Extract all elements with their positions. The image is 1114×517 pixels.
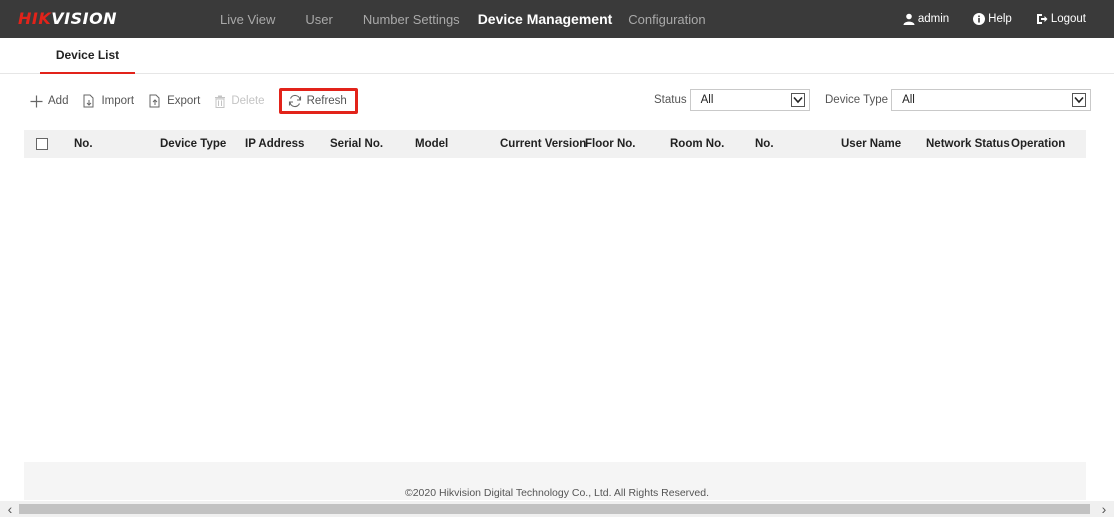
add-button[interactable]: Add <box>30 95 68 108</box>
chevron-down-icon <box>790 93 805 107</box>
scroll-right-icon[interactable]: › <box>1096 501 1112 517</box>
chevron-down-icon <box>1072 93 1087 107</box>
trash-icon <box>215 95 226 108</box>
export-label: Export <box>167 95 201 107</box>
nav-configuration[interactable]: Configuration <box>628 12 705 27</box>
device-type-filter: Device Type All <box>825 89 1092 111</box>
column-header-no-2[interactable]: No. <box>755 130 774 158</box>
nav-user[interactable]: User <box>305 12 332 27</box>
main-nav: Live View User Number Settings Device Ma… <box>220 0 724 38</box>
import-icon <box>83 94 94 108</box>
column-header-room-no[interactable]: Room No. <box>670 130 724 158</box>
refresh-label: Refresh <box>306 95 347 107</box>
help-link[interactable]: Help <box>973 13 1012 25</box>
logout-link[interactable]: Logout <box>1036 13 1086 25</box>
hikvision-logo: HIKVISION <box>18 9 118 28</box>
scrollbar-thumb[interactable] <box>19 504 1090 514</box>
device-type-label: Device Type <box>825 94 889 106</box>
column-header-serial-no[interactable]: Serial No. <box>330 130 383 158</box>
plus-icon <box>30 95 43 107</box>
export-icon <box>149 94 160 108</box>
horizontal-scrollbar[interactable]: ‹ › <box>0 501 1114 517</box>
help-label: Help <box>988 13 1012 25</box>
logout-label: Logout <box>1050 13 1086 25</box>
device-table-header: No. Device Type IP Address Serial No. Mo… <box>24 130 1086 158</box>
column-header-current-version[interactable]: Current Version <box>500 130 586 158</box>
column-header-floor-no[interactable]: Floor No. <box>585 130 635 158</box>
nav-number-settings[interactable]: Number Settings <box>363 12 460 27</box>
user-menu: admin Help Logout <box>879 0 1086 38</box>
copyright-text: ©2020 Hikvision Digital Technology Co., … <box>404 487 710 499</box>
column-header-device-type[interactable]: Device Type <box>160 130 226 158</box>
column-header-ip-address[interactable]: IP Address <box>245 130 304 158</box>
nav-live-view[interactable]: Live View <box>220 12 275 27</box>
info-icon <box>973 13 986 25</box>
tab-bar: Device List <box>0 38 1114 74</box>
scroll-left-icon[interactable]: ‹ <box>2 501 18 517</box>
user-icon <box>903 13 915 25</box>
status-value: All <box>700 94 714 106</box>
export-button[interactable]: Export <box>148 94 200 108</box>
device-type-select[interactable]: All <box>891 89 1092 111</box>
top-navigation-bar: HIKVISION Live View User Number Settings… <box>0 0 1114 38</box>
add-label: Add <box>48 95 69 107</box>
toolbar: Add Import Export Delete Refresh <box>30 86 372 116</box>
import-button[interactable]: Import <box>82 94 134 108</box>
status-select[interactable]: All <box>689 89 810 111</box>
column-header-user-name[interactable]: User Name <box>841 130 901 158</box>
refresh-icon <box>288 94 301 108</box>
logout-icon <box>1036 14 1048 24</box>
column-header-network-status[interactable]: Network Status <box>926 130 1010 158</box>
select-all-checkbox[interactable] <box>36 138 48 150</box>
nav-device-management[interactable]: Device Management <box>478 11 613 27</box>
device-type-value: All <box>902 94 915 106</box>
refresh-button[interactable]: Refresh <box>278 88 358 114</box>
user-account[interactable]: admin <box>903 13 949 25</box>
delete-label: Delete <box>231 95 265 107</box>
column-header-model[interactable]: Model <box>415 130 448 158</box>
import-label: Import <box>101 95 135 107</box>
user-name: admin <box>917 13 950 25</box>
column-header-no[interactable]: No. <box>74 130 93 158</box>
column-header-operation[interactable]: Operation <box>1011 130 1065 158</box>
delete-button[interactable]: Delete <box>214 95 265 108</box>
status-label: Status <box>654 94 687 106</box>
tab-device-list[interactable]: Device List <box>40 38 135 74</box>
status-filter: Status All <box>654 89 810 111</box>
